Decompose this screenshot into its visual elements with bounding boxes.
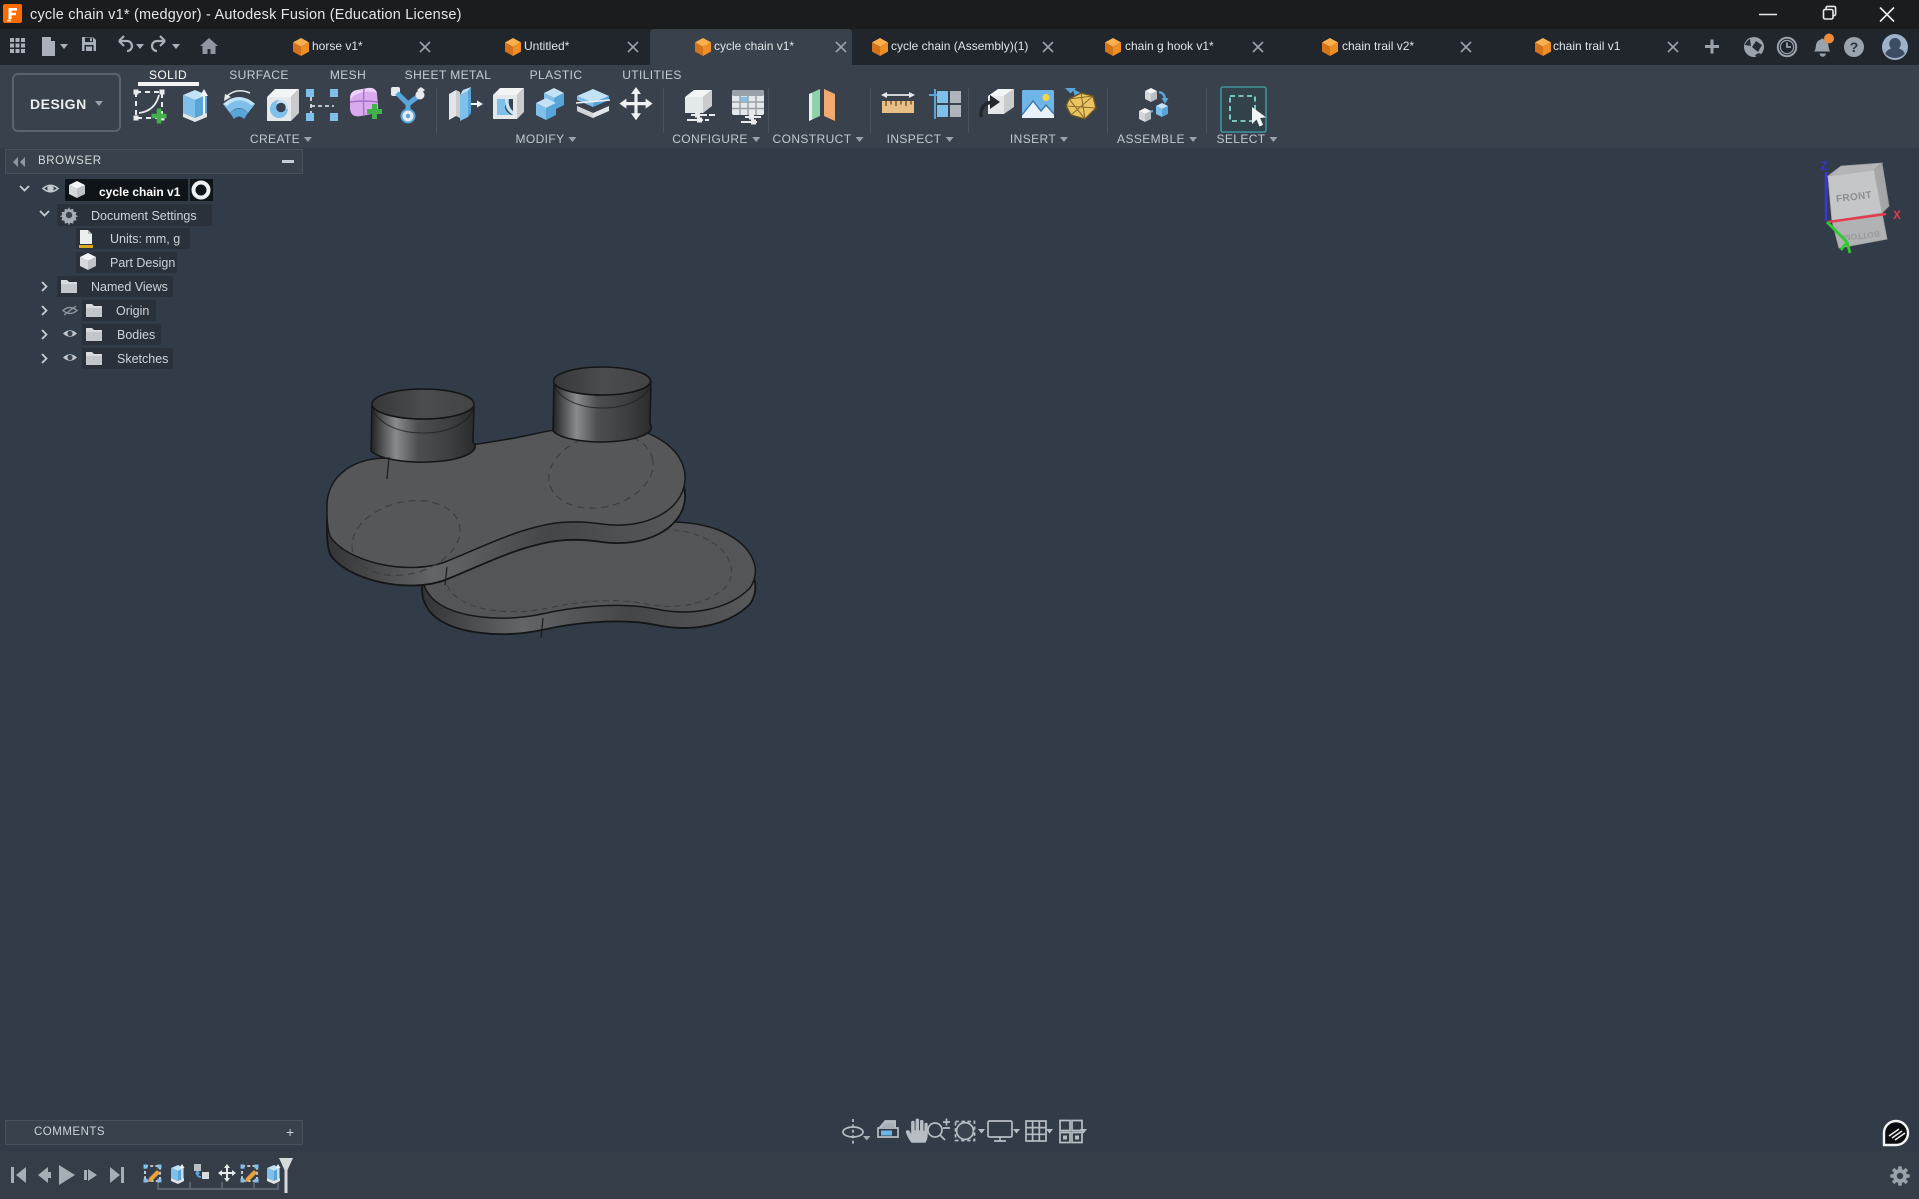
- svg-text:?: ?: [1850, 39, 1859, 55]
- svg-text:Z: Z: [1820, 161, 1827, 173]
- svg-text:X: X: [1893, 210, 1901, 222]
